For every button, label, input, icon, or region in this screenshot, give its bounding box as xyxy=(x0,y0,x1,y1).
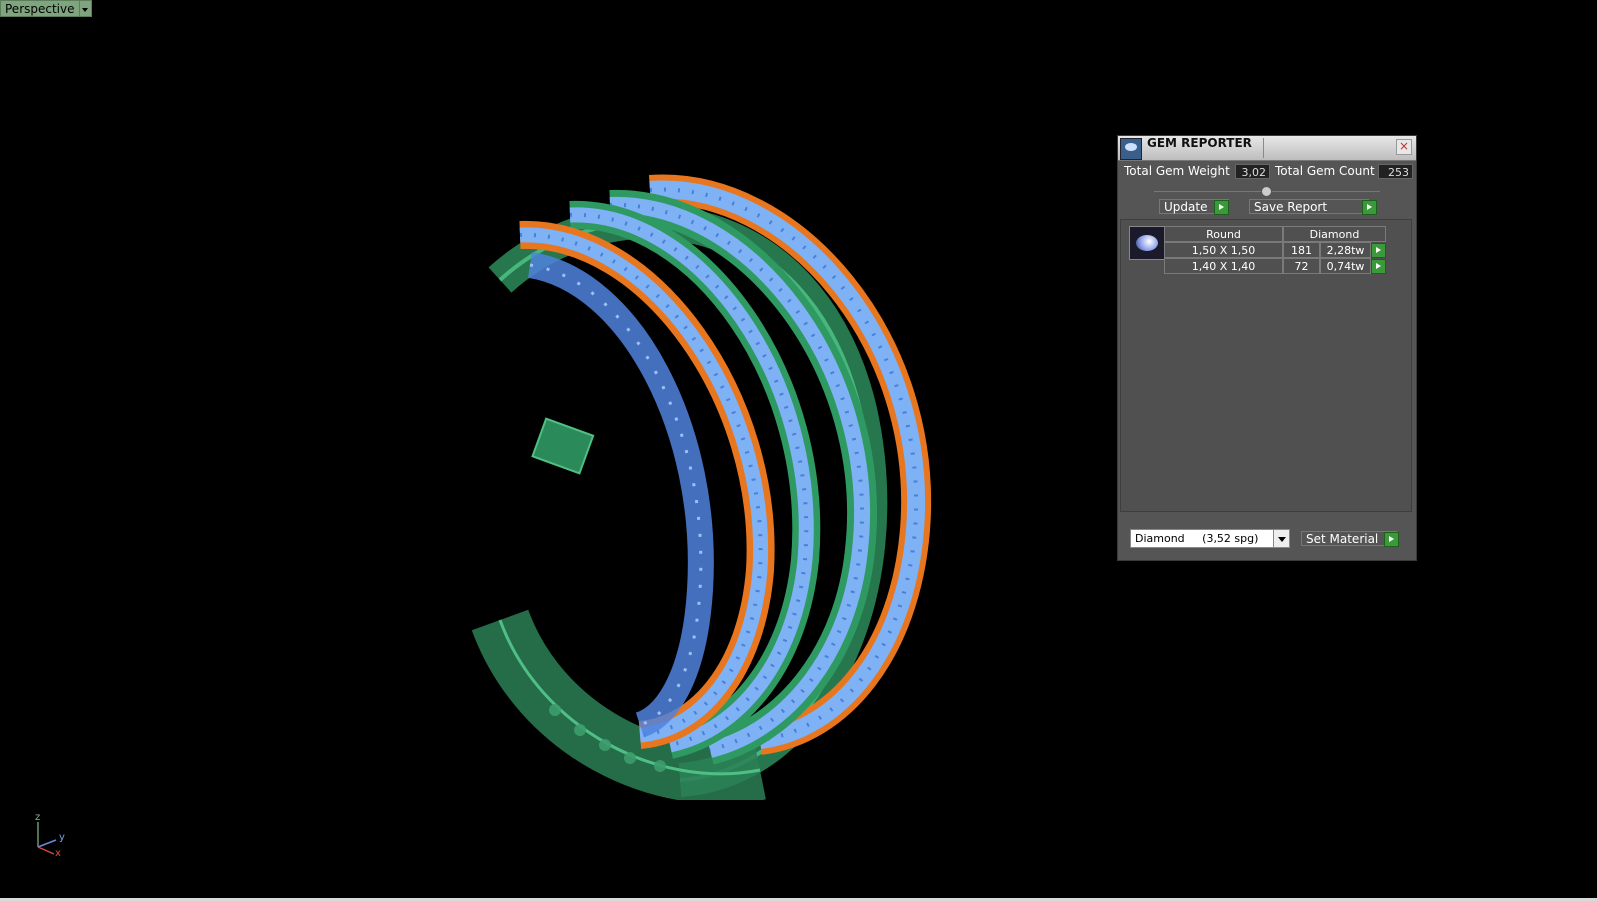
update-play-icon[interactable] xyxy=(1214,200,1229,215)
row-select-play-icon[interactable] xyxy=(1371,243,1386,258)
chevron-down-icon[interactable] xyxy=(1273,530,1289,547)
material-select[interactable]: Diamond (3,52 spg) xyxy=(1130,529,1290,548)
axis-x-label: x xyxy=(55,848,61,859)
save-report-play-icon[interactable] xyxy=(1362,200,1377,215)
gem-reporter-icon xyxy=(1120,138,1142,160)
axis-gizmo: z y x xyxy=(30,812,80,862)
slider-knob[interactable] xyxy=(1261,186,1272,197)
view-name[interactable]: Perspective xyxy=(0,0,80,17)
row-size: 1,40 X 1,40 xyxy=(1164,258,1283,274)
gem-reporter-panel: GEM REPORTER × Total Gem Weight 3,02 Tot… xyxy=(1117,135,1417,561)
viewport-label[interactable]: Perspective xyxy=(0,0,92,17)
titlebar-divider xyxy=(1263,138,1264,158)
axis-z-label: z xyxy=(35,812,41,823)
total-weight-label: Total Gem Weight xyxy=(1124,164,1230,178)
table-header-shape: Round xyxy=(1164,226,1283,242)
axis-y-label: y xyxy=(59,832,65,843)
save-report-button[interactable]: Save Report xyxy=(1249,199,1369,214)
panel-titlebar[interactable]: GEM REPORTER × xyxy=(1118,136,1416,161)
gem-table-area: Round Diamond 1,50 X 1,50 181 2,28tw 1,4… xyxy=(1120,219,1412,512)
row-count: 181 xyxy=(1283,242,1320,258)
chevron-down-icon[interactable] xyxy=(79,0,92,17)
row-select-play-icon[interactable] xyxy=(1371,259,1386,274)
set-material-button[interactable]: Set Material xyxy=(1301,531,1397,546)
total-count-value: 253 xyxy=(1378,164,1413,179)
3d-viewport[interactable]: Perspective z y x GEM REPORTER × Total G… xyxy=(0,0,1597,898)
total-weight-value: 3,02 xyxy=(1235,164,1270,179)
material-select-value: Diamond (3,52 spg) xyxy=(1135,532,1259,545)
set-material-play-icon[interactable] xyxy=(1384,532,1399,547)
ring-model[interactable] xyxy=(460,170,940,800)
table-header-material: Diamond xyxy=(1283,226,1386,242)
row-weight: 0,74tw xyxy=(1320,258,1371,274)
row-count: 72 xyxy=(1283,258,1320,274)
row-weight: 2,28tw xyxy=(1320,242,1371,258)
row-size: 1,50 X 1,50 xyxy=(1164,242,1283,258)
panel-title: GEM REPORTER xyxy=(1147,136,1252,150)
close-icon[interactable]: × xyxy=(1396,139,1412,155)
round-gem-icon[interactable] xyxy=(1129,226,1165,260)
total-count-label: Total Gem Count xyxy=(1275,164,1375,178)
